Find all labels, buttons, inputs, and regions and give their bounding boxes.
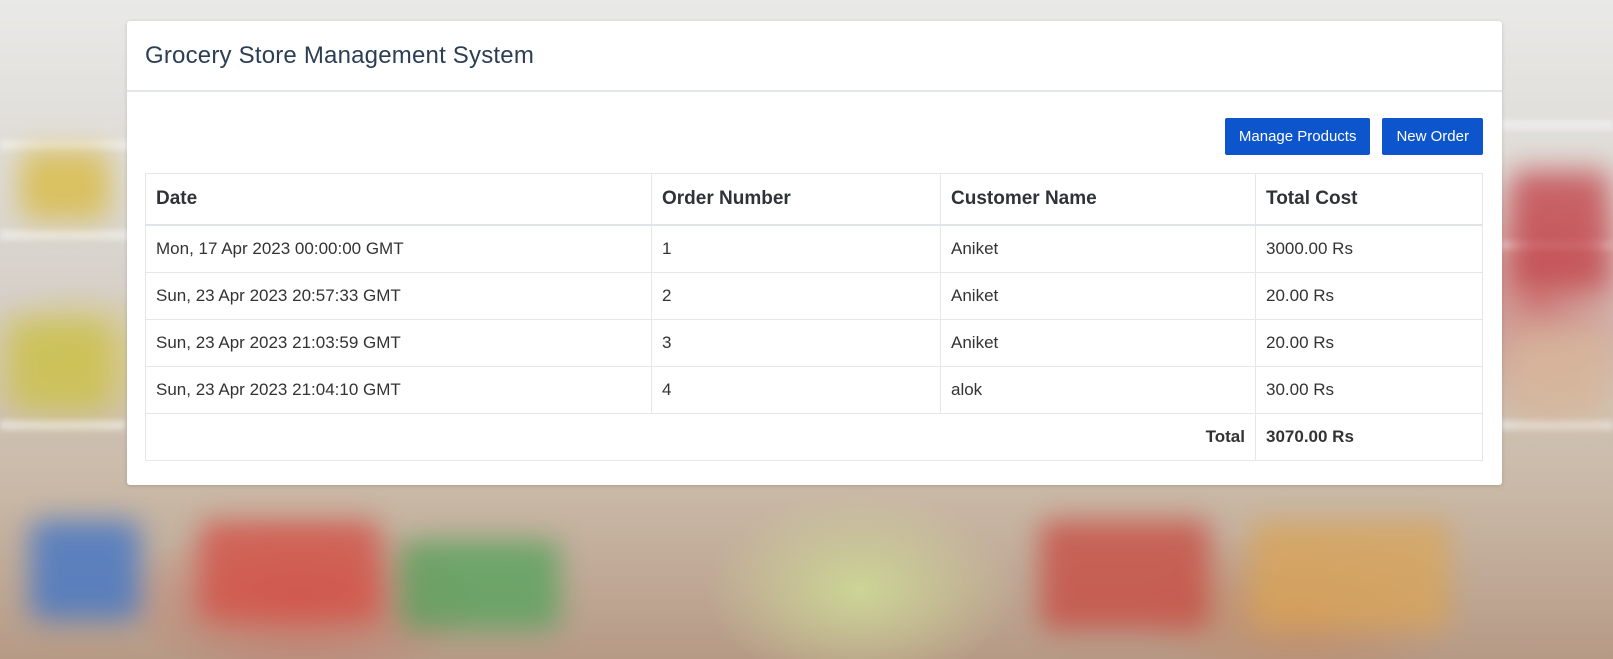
cell-date: Sun, 23 Apr 2023 21:03:59 GMT (145, 319, 652, 367)
cell-customer-name: Aniket (940, 272, 1256, 320)
product-blob-9 (1510, 330, 1610, 420)
new-order-button[interactable]: New Order (1382, 118, 1483, 155)
cell-order-number: 4 (651, 366, 941, 414)
cell-date: Sun, 23 Apr 2023 20:57:33 GMT (145, 272, 652, 320)
cell-total-cost: 20.00 Rs (1255, 319, 1483, 367)
total-value: 3070.00 Rs (1255, 413, 1483, 461)
product-blob-3 (30, 520, 140, 620)
orders-table: Date Order Number Customer Name Total Co… (145, 173, 1483, 461)
column-header-total-cost: Total Cost (1255, 173, 1483, 226)
table-row: Sun, 23 Apr 2023 21:03:59 GMT 3 Aniket 2… (145, 319, 1483, 367)
page-title: Grocery Store Management System (145, 41, 535, 69)
product-blob-4 (200, 520, 380, 620)
manage-products-button[interactable]: Manage Products (1224, 118, 1371, 155)
cell-total-cost: 20.00 Rs (1255, 272, 1483, 320)
cell-customer-name: Aniket (940, 319, 1256, 367)
product-blob-1 (20, 150, 110, 220)
product-blob-7 (1250, 520, 1450, 630)
column-header-date: Date (145, 173, 652, 226)
product-blob-2 (10, 320, 110, 410)
cell-order-number: 1 (651, 224, 941, 273)
cell-total-cost: 3000.00 Rs (1255, 224, 1483, 273)
product-blob-8 (1510, 170, 1610, 290)
product-blob-6 (1040, 520, 1210, 630)
cell-customer-name: Aniket (940, 224, 1256, 273)
cell-order-number: 2 (651, 272, 941, 320)
cell-total-cost: 30.00 Rs (1255, 366, 1483, 414)
cell-order-number: 3 (651, 319, 941, 367)
table-row: Mon, 17 Apr 2023 00:00:00 GMT 1 Aniket 3… (145, 224, 1483, 273)
product-blob-5 (400, 540, 560, 630)
column-header-order-number: Order Number (651, 173, 941, 226)
shelf-right-1 (1500, 120, 1613, 130)
shelf-left-2 (0, 230, 130, 240)
card-header: Grocery Store Management System (127, 21, 1502, 92)
shelf-right-3 (1500, 420, 1613, 430)
table-header-row: Date Order Number Customer Name Total Co… (145, 173, 1483, 226)
column-header-customer-name: Customer Name (940, 173, 1256, 226)
table-row: Sun, 23 Apr 2023 20:57:33 GMT 2 Aniket 2… (145, 272, 1483, 320)
table-total-row: Total 3070.00 Rs (145, 413, 1483, 461)
shelf-left-3 (0, 420, 125, 430)
cell-date: Mon, 17 Apr 2023 00:00:00 GMT (145, 224, 652, 273)
toolbar: Manage Products New Order (1224, 118, 1483, 155)
cell-customer-name: alok (940, 366, 1256, 414)
shelf-left-1 (0, 140, 140, 150)
table-row: Sun, 23 Apr 2023 21:04:10 GMT 4 alok 30.… (145, 366, 1483, 414)
cell-date: Sun, 23 Apr 2023 21:04:10 GMT (145, 366, 652, 414)
main-card: Grocery Store Management System Manage P… (127, 21, 1502, 485)
total-label: Total (145, 413, 1256, 461)
